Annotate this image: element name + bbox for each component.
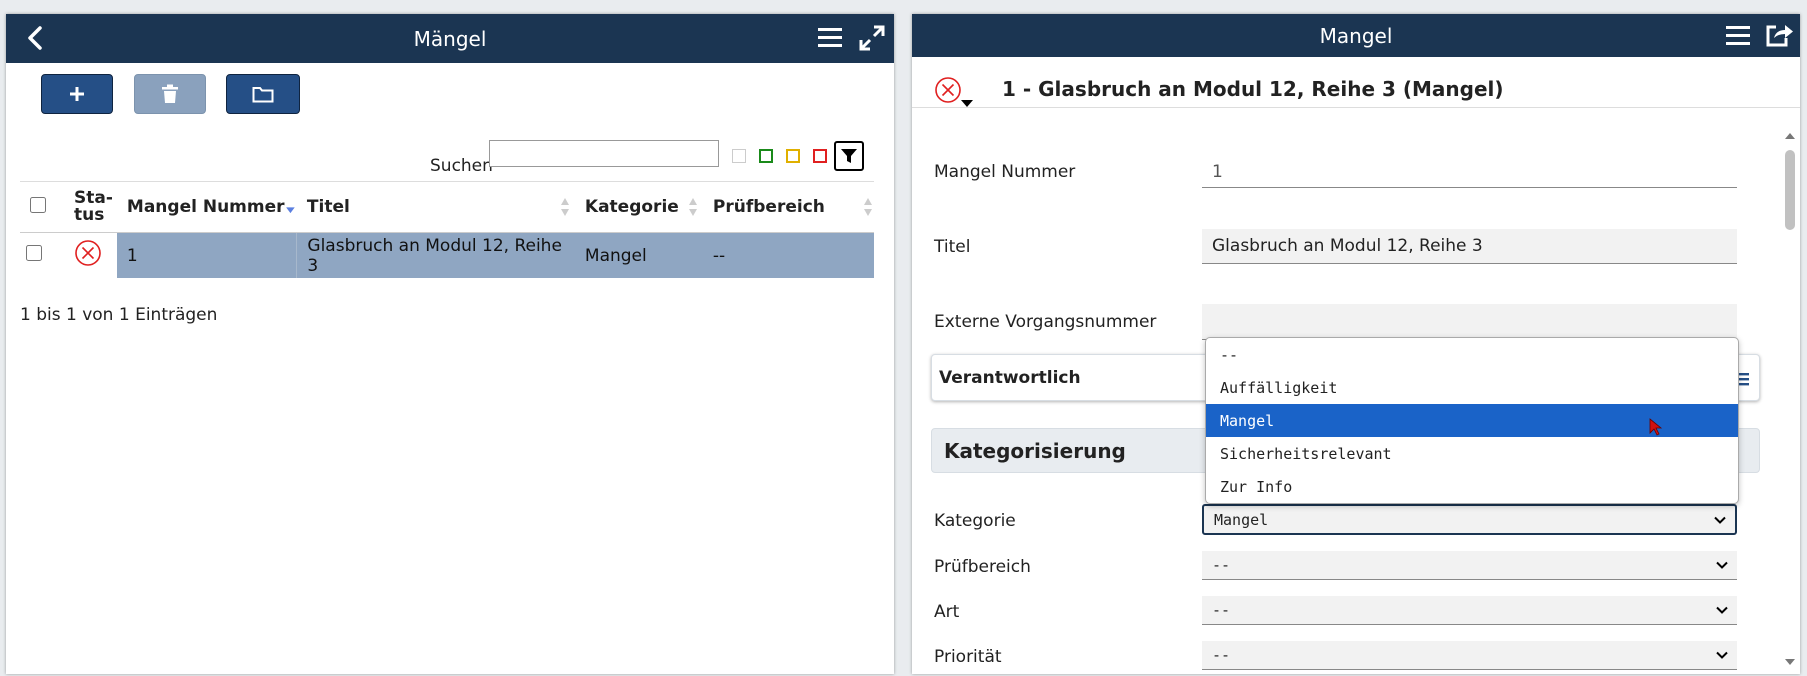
chevron-down-icon [1716, 606, 1728, 614]
sort-icon [864, 198, 872, 216]
detail-heading: 1 - Glasbruch an Modul 12, Reihe 3 (Mang… [1002, 77, 1504, 101]
chevron-down-icon [1716, 651, 1728, 659]
scroll-up-arrow-icon[interactable] [1782, 130, 1798, 142]
row-select-cell [20, 232, 70, 278]
filter-red-checkbox[interactable] [813, 149, 827, 163]
divider [912, 107, 1800, 108]
titel-label: Titel [934, 237, 971, 257]
section-kategorisierung-title: Kategorisierung [944, 438, 1126, 463]
mouse-cursor-icon [1649, 418, 1663, 436]
kategorie-select[interactable]: Mangel [1202, 504, 1737, 535]
list-panel-header: Mängel [6, 14, 894, 63]
nummer-label: Mangel Nummer [934, 162, 1076, 182]
extern-label: Externe Vorgangsnummer [934, 312, 1157, 332]
funnel-icon [841, 149, 857, 163]
column-header-nummer-label: Mangel Nummer [126, 197, 285, 217]
pruefbereich-label: Prüfbereich [934, 557, 1031, 577]
sort-desc-icon [286, 207, 295, 214]
column-header-kategorie[interactable]: Kategorie [574, 181, 703, 233]
filter-button[interactable] [834, 141, 864, 171]
select-all-cell [20, 181, 70, 233]
hamburger-menu-icon[interactable] [1726, 25, 1750, 47]
sort-icon [688, 198, 697, 216]
prioritaet-label: Priorität [934, 647, 1002, 667]
pruefbereich-select-value: -- [1212, 556, 1231, 574]
search-input[interactable] [489, 140, 719, 167]
trash-icon [162, 84, 178, 103]
delete-button[interactable] [134, 74, 206, 114]
dropdown-option[interactable]: Zur Info [1206, 470, 1738, 503]
detail-panel-title: Mangel [1319, 23, 1393, 48]
row-titel: Glasbruch an Modul 12, Reihe 3 [296, 232, 575, 278]
row-checkbox[interactable] [26, 245, 42, 261]
art-select[interactable]: -- [1202, 596, 1737, 625]
prioritaet-select-value: -- [1212, 646, 1231, 664]
folder-icon [252, 87, 274, 103]
share-export-icon[interactable] [1764, 21, 1794, 49]
column-header-titel-label: Titel [306, 197, 350, 217]
titel-field[interactable]: Glasbruch an Modul 12, Reihe 3 [1202, 229, 1737, 264]
extern-field[interactable] [1202, 304, 1737, 340]
chevron-down-icon [1716, 561, 1728, 569]
list-panel-title: Mängel [413, 26, 487, 51]
row-kategorie: Mangel [574, 232, 703, 278]
dropdown-option[interactable]: Sicherheitsrelevant [1206, 437, 1738, 470]
row-nummer: 1 [116, 232, 298, 278]
plus-icon [70, 87, 84, 101]
status-error-icon [935, 77, 961, 103]
table-info: 1 bis 1 von 1 Einträgen [20, 305, 218, 325]
detail-scrollbar[interactable] [1782, 128, 1798, 674]
detail-panel-header: Mangel [912, 14, 1800, 57]
filter-yellow-checkbox[interactable] [786, 149, 800, 163]
column-header-pruefbereich-label: Prüfbereich [712, 197, 825, 217]
chevron-down-icon [1714, 516, 1726, 524]
select-all-checkbox[interactable] [30, 196, 46, 213]
table-header-row: Sta- tus Mangel Nummer Titel Kategorie P… [20, 181, 874, 233]
pruefbereich-select[interactable]: -- [1202, 551, 1737, 580]
column-header-titel[interactable]: Titel [296, 181, 575, 233]
add-button[interactable] [41, 74, 113, 114]
prioritaet-select[interactable]: -- [1202, 641, 1737, 670]
row-pruefbereich: -- [702, 232, 874, 278]
sort-icon [560, 198, 569, 216]
hamburger-menu-icon[interactable] [818, 27, 842, 49]
maengel-table: Sta- tus Mangel Nummer Titel Kategorie P… [20, 181, 874, 278]
kategorie-label: Kategorie [934, 511, 1016, 531]
row-status-cell [70, 232, 117, 278]
column-header-pruefbereich[interactable]: Prüfbereich [702, 181, 874, 233]
filter-gray-checkbox[interactable] [732, 149, 746, 163]
kategorie-select-value: Mangel [1214, 510, 1269, 529]
expand-icon[interactable] [858, 24, 886, 52]
art-label: Art [934, 602, 960, 622]
dropdown-option[interactable]: -- [1206, 338, 1738, 371]
back-arrow-icon[interactable] [22, 24, 50, 52]
table-row[interactable]: 1 Glasbruch an Modul 12, Reihe 3 Mangel … [20, 232, 874, 278]
column-header-kategorie-label: Kategorie [584, 197, 679, 217]
scroll-down-arrow-icon[interactable] [1782, 656, 1798, 668]
column-header-nummer[interactable]: Mangel Nummer [116, 181, 297, 233]
status-error-icon [75, 240, 101, 266]
dropdown-option[interactable]: Auffälligkeit [1206, 371, 1738, 404]
scrollbar-thumb[interactable] [1785, 150, 1795, 230]
art-select-value: -- [1212, 601, 1231, 619]
folder-button[interactable] [226, 74, 300, 114]
search-label: Suchen [430, 156, 493, 176]
section-verantwortlich-title: Verantwortlich [939, 367, 1081, 388]
column-header-status[interactable]: Sta- tus [70, 181, 117, 233]
nummer-field[interactable]: 1 [1202, 156, 1737, 188]
filter-green-checkbox[interactable] [759, 149, 773, 163]
